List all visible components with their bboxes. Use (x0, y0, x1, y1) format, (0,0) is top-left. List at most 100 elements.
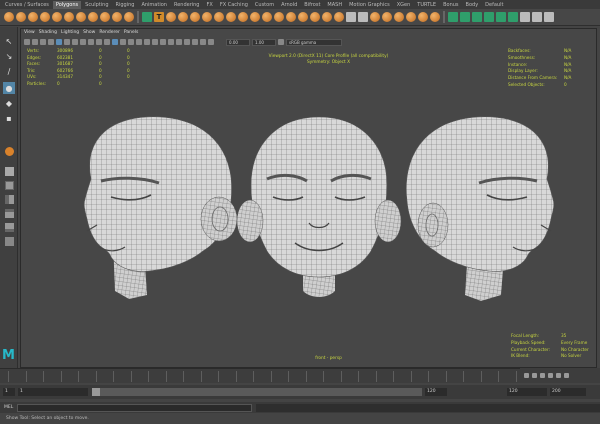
uv-editor-icon[interactable] (430, 12, 440, 22)
shelf-tab[interactable]: Motion Graphics (346, 1, 393, 9)
scale-tool-icon[interactable]: ▪ (3, 112, 15, 124)
mirror-icon[interactable] (202, 12, 212, 22)
extrude-icon[interactable] (226, 12, 236, 22)
mel-label[interactable]: MEL (0, 405, 17, 410)
combine-icon[interactable] (142, 12, 152, 22)
shelf-tab[interactable]: Arnold (278, 1, 300, 9)
polygon-cube-icon[interactable] (4, 12, 14, 22)
head-front-view[interactable] (236, 116, 402, 297)
reduce-icon[interactable] (448, 12, 458, 22)
spherical-map-icon[interactable] (418, 12, 428, 22)
step-forward-icon[interactable] (556, 373, 561, 378)
shelf-separator (137, 11, 139, 23)
shelf-tab[interactable]: Rendering (171, 1, 203, 9)
viewport-panel[interactable]: View Shading Lighting Show Renderer Panels (20, 28, 597, 368)
boolean-icon[interactable] (190, 12, 200, 22)
lasso-tool-icon[interactable]: ↘ (3, 50, 15, 62)
smooth-icon[interactable] (214, 12, 224, 22)
shelf-tab[interactable]: Default (482, 1, 506, 9)
merge-icon[interactable] (274, 12, 284, 22)
paint-select-icon[interactable]: ∕ (3, 65, 15, 77)
move-tool-icon[interactable]: ● (3, 82, 15, 94)
edge-loop-icon[interactable] (310, 12, 320, 22)
shelf-tab[interactable]: MASH (324, 1, 345, 9)
quad-draw-tool-icon[interactable] (3, 145, 15, 157)
shelf-tab[interactable]: Curves / Surfaces (2, 1, 52, 9)
retopologize-icon[interactable] (472, 12, 482, 22)
cleanup-icon[interactable] (460, 12, 470, 22)
rotate-tool-icon[interactable]: ◆ (3, 97, 15, 109)
persp-outliner-layout-icon[interactable] (3, 207, 15, 219)
shelf-tab[interactable]: Bifrost (301, 1, 323, 9)
four-pane-layout-icon[interactable] (3, 179, 15, 191)
shelf-tab[interactable]: FX Caching (217, 1, 251, 9)
playback-start-field[interactable]: 1 (18, 388, 88, 396)
poke-icon[interactable] (334, 12, 344, 22)
polygon-disc-icon[interactable] (76, 12, 86, 22)
polygon-cone-icon[interactable] (40, 12, 50, 22)
bevel-icon[interactable] (250, 12, 260, 22)
multi-cut-icon[interactable] (298, 12, 308, 22)
fill-hole-icon[interactable] (262, 12, 272, 22)
shelf-tab[interactable]: XGen (394, 1, 414, 9)
polygon-pipe-icon[interactable] (112, 12, 122, 22)
planar-map-icon[interactable] (382, 12, 392, 22)
polygon-prism-icon[interactable] (100, 12, 110, 22)
time-tick (113, 371, 114, 382)
time-slider[interactable] (0, 368, 600, 383)
shelf-tab[interactable]: Bonus (440, 1, 461, 9)
remesh-icon[interactable] (484, 12, 494, 22)
heads-model[interactable] (21, 29, 598, 369)
auto-map-icon[interactable] (394, 12, 404, 22)
head-left-profile[interactable] (83, 116, 238, 299)
end-time-field[interactable]: 120 (507, 388, 547, 396)
animation-end-field[interactable]: 200 (550, 388, 586, 396)
svg-tool-icon[interactable] (166, 12, 176, 22)
hypershade-icon[interactable] (532, 12, 542, 22)
go-to-start-icon[interactable] (524, 373, 529, 378)
outliner-icon[interactable] (544, 12, 554, 22)
start-time-field[interactable]: 1 (3, 388, 15, 396)
delete-edge-icon[interactable] (370, 12, 380, 22)
polygon-torus-icon[interactable] (52, 12, 62, 22)
slide-edge-icon[interactable] (346, 12, 356, 22)
select-tool-icon[interactable]: ↖ (3, 35, 15, 47)
side-by-side-layout-icon[interactable] (3, 193, 15, 205)
text-tool-icon[interactable]: T (154, 12, 164, 22)
head-right-profile[interactable] (405, 116, 555, 301)
quad-draw-icon[interactable] (322, 12, 332, 22)
playback-end-field[interactable]: 120 (425, 388, 447, 396)
crease-icon[interactable] (358, 12, 368, 22)
bridge-icon[interactable] (238, 12, 248, 22)
range-slider-handle[interactable] (92, 388, 100, 396)
polygon-helix-icon[interactable] (124, 12, 134, 22)
shelf-tab[interactable]: Animation (138, 1, 170, 9)
play-back-icon[interactable] (540, 373, 545, 378)
sculpt-icon[interactable] (496, 12, 506, 22)
shelf-tab[interactable]: Rigging (113, 1, 138, 9)
cylindrical-map-icon[interactable] (406, 12, 416, 22)
shelf-tab[interactable]: Sculpting (82, 1, 111, 9)
range-slider[interactable] (92, 388, 422, 396)
polygon-sphere-icon[interactable] (16, 12, 26, 22)
script-editor-icon[interactable] (520, 12, 530, 22)
play-forward-icon[interactable] (548, 373, 553, 378)
shelf-tab[interactable]: FX (204, 1, 216, 9)
persp-graph-layout-icon[interactable] (3, 221, 15, 233)
polygon-plane-icon[interactable] (64, 12, 74, 22)
shelf-tab[interactable]: TURTLE (414, 1, 439, 9)
single-pane-layout-icon[interactable] (3, 165, 15, 177)
step-back-icon[interactable] (532, 373, 537, 378)
shelf-tab[interactable]: Polygons (52, 0, 82, 9)
shelf-tab[interactable]: Custom (252, 1, 277, 9)
separate-icon[interactable] (178, 12, 188, 22)
go-to-end-icon[interactable] (564, 373, 569, 378)
polygon-cylinder-icon[interactable] (28, 12, 38, 22)
polygon-pyramid-icon[interactable] (88, 12, 98, 22)
target-weld-icon[interactable] (286, 12, 296, 22)
transfer-attributes-icon[interactable] (508, 12, 518, 22)
time-tick (445, 371, 447, 382)
command-input[interactable] (17, 403, 253, 412)
shelf-tab[interactable]: Body (463, 1, 482, 9)
outliner-layout-icon[interactable] (3, 235, 15, 247)
